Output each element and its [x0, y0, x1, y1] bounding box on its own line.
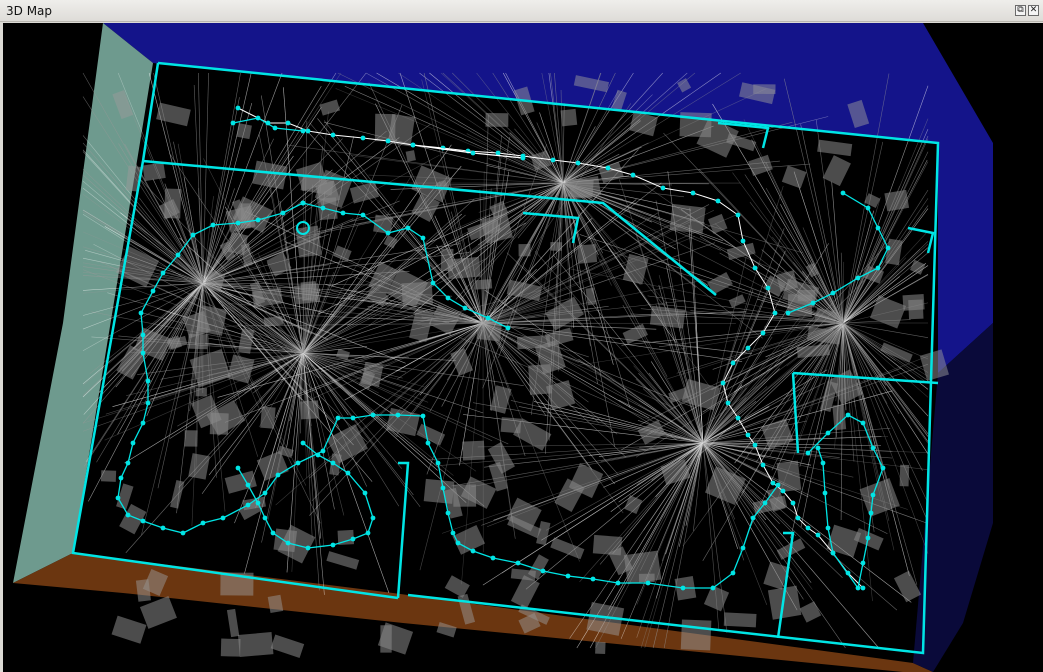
title-bar: 3D Map ⧉ ✕	[0, 0, 1043, 22]
close-icon[interactable]: ✕	[1028, 5, 1039, 16]
map-window: 3D Map ⧉ ✕	[0, 0, 1043, 672]
map-render	[13, 23, 993, 672]
point-cloud	[82, 72, 949, 658]
window-title: 3D Map	[6, 4, 53, 18]
float-icon[interactable]: ⧉	[1015, 5, 1026, 16]
map-3d-viewport[interactable]	[3, 23, 1043, 672]
